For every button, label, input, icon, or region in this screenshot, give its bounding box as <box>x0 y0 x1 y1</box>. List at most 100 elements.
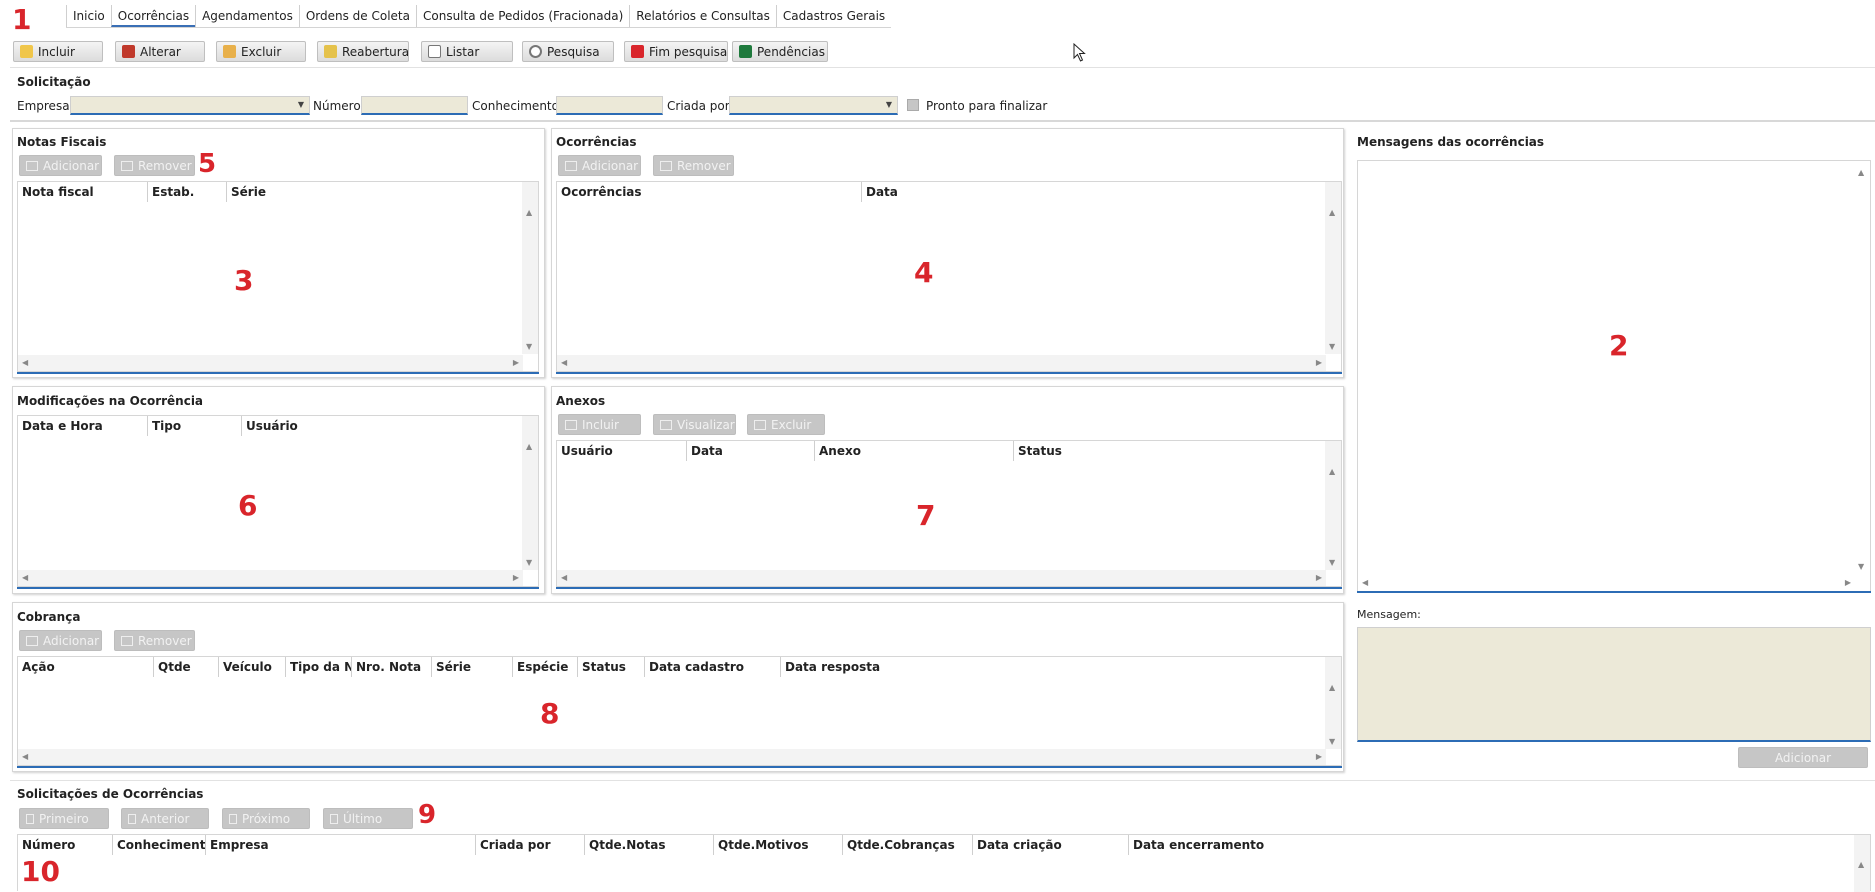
cobranca-title: Cobrança <box>17 610 81 624</box>
notas-remover-button[interactable]: Remover <box>114 155 195 176</box>
vertical-scrollbar[interactable]: ▲ ▼ <box>522 416 538 570</box>
col-anexo[interactable]: Anexo <box>815 441 1014 461</box>
col-qtde-notas[interactable]: Qtde.Notas <box>585 835 714 855</box>
tab-ordens-de-coleta[interactable]: Ordens de Coleta <box>298 5 416 27</box>
scroll-down-icon: ▼ <box>1858 562 1865 571</box>
pendencias-button[interactable]: Pendências <box>732 41 828 62</box>
col-data-cadastro[interactable]: Data cadastro <box>645 657 781 677</box>
pendencias-label: Pendências <box>757 44 825 59</box>
scroll-down-icon: ▼ <box>526 342 533 351</box>
annotation-7: 7 <box>916 499 936 532</box>
grid-header: Usuário Data Anexo Status <box>557 441 1322 461</box>
tab-agendamentos[interactable]: Agendamentos <box>195 5 299 27</box>
scroll-down-icon: ▼ <box>1329 342 1336 351</box>
criada-por-select[interactable]: ▼ <box>729 96 898 115</box>
tab-consulta-pedidos[interactable]: Consulta de Pedidos (Fracionada) <box>416 5 629 27</box>
col-empresa[interactable]: Empresa <box>206 835 476 855</box>
col-qtde-motivos[interactable]: Qtde.Motivos <box>714 835 843 855</box>
criada-por-label: Criada por <box>667 99 730 113</box>
vertical-scrollbar[interactable]: ▲ ▼ <box>1325 657 1341 749</box>
col-serie[interactable]: Série <box>227 182 519 202</box>
vertical-scrollbar[interactable]: ▲ ▼ <box>1325 441 1341 570</box>
anexos-visualizar-button[interactable]: Visualizar <box>653 414 736 435</box>
vertical-scrollbar[interactable]: ▲ ▼ <box>522 182 538 354</box>
tab-cadastros-gerais[interactable]: Cadastros Gerais <box>775 5 891 27</box>
col-data-resposta[interactable]: Data resposta <box>781 657 1326 677</box>
scroll-right-icon: ▶ <box>1315 573 1322 582</box>
pronto-checkbox[interactable] <box>907 99 919 111</box>
col-tipo-nota[interactable]: Tipo da No <box>286 657 352 677</box>
grid-focus-line <box>17 587 539 589</box>
vertical-scrollbar[interactable]: ▲ ▼ <box>1854 161 1870 575</box>
ocorrencias-remover-button[interactable]: Remover <box>653 155 734 176</box>
vertical-scrollbar[interactable]: ▲ ▼ <box>1325 182 1341 354</box>
numero-input[interactable] <box>361 96 468 115</box>
horizontal-scrollbar[interactable]: ◀ ▶ <box>557 570 1326 586</box>
reabertura-button[interactable]: Reabertura <box>317 41 409 62</box>
adicionar-label: Adicionar <box>43 158 100 173</box>
horizontal-scrollbar[interactable]: ◀ ▶ <box>1358 575 1855 591</box>
solicitacoes-grid: Número Conhecimento Empresa Criada por Q… <box>17 834 1871 892</box>
tab-relatorios[interactable]: Relatórios e Consultas <box>629 5 776 27</box>
anterior-button[interactable]: Anterior <box>121 808 209 829</box>
horizontal-scrollbar[interactable]: ◀ ▶ <box>557 355 1326 371</box>
tab-inicio[interactable]: Inicio <box>66 5 111 27</box>
col-data[interactable]: Data <box>687 441 815 461</box>
ultimo-button[interactable]: Último <box>323 808 413 829</box>
fim-pesquisa-button[interactable]: Fim pesquisa <box>624 41 728 62</box>
anexos-excluir-button[interactable]: Excluir <box>747 414 825 435</box>
mouse-cursor-icon <box>1073 43 1086 62</box>
excluir-button[interactable]: Excluir <box>216 41 306 62</box>
col-especie[interactable]: Espécie <box>513 657 578 677</box>
horizontal-scrollbar[interactable]: ◀ ▶ <box>18 570 523 586</box>
col-data-criacao[interactable]: Data criação <box>973 835 1129 855</box>
col-usuario[interactable]: Usuário <box>557 441 687 461</box>
col-estab[interactable]: Estab. <box>148 182 227 202</box>
col-data[interactable]: Data <box>862 182 1322 202</box>
col-criada-por[interactable]: Criada por <box>476 835 585 855</box>
conhecimento-input[interactable] <box>556 96 663 115</box>
horizontal-scrollbar[interactable]: ◀ ▶ <box>18 749 1326 765</box>
alterar-button[interactable]: Alterar <box>115 41 205 62</box>
col-qtde[interactable]: Qtde <box>154 657 219 677</box>
anexos-title: Anexos <box>556 394 606 408</box>
col-serie[interactable]: Série <box>432 657 513 677</box>
col-veiculo[interactable]: Veículo <box>219 657 286 677</box>
main-tabs: Inicio Ocorrências Agendamentos Ordens d… <box>66 5 892 28</box>
col-acao[interactable]: Ação <box>18 657 154 677</box>
ocorrencias-adicionar-button[interactable]: Adicionar <box>558 155 641 176</box>
col-data-encerramento[interactable]: Data encerramento <box>1129 835 1829 855</box>
pesquisa-button[interactable]: Pesquisa <box>522 41 614 62</box>
col-nro-nota[interactable]: Nro. Nota <box>352 657 432 677</box>
col-status[interactable]: Status <box>578 657 645 677</box>
grid-focus-line <box>17 372 539 374</box>
notas-adicionar-button[interactable]: Adicionar <box>19 155 102 176</box>
empresa-select[interactable]: ▼ <box>70 96 310 115</box>
primeiro-button[interactable]: Primeiro <box>19 808 109 829</box>
col-tipo[interactable]: Tipo <box>148 416 242 436</box>
previous-page-icon <box>128 813 136 824</box>
col-qtde-cobrancas[interactable]: Qtde.Cobranças <box>843 835 973 855</box>
anexos-incluir-button[interactable]: Incluir <box>558 414 641 435</box>
conhecimento-label: Conhecimento <box>472 99 559 113</box>
col-nota-fiscal[interactable]: Nota fiscal <box>18 182 148 202</box>
vertical-scrollbar[interactable]: ▲ <box>1854 835 1870 892</box>
tab-ocorrencias[interactable]: Ocorrências <box>110 5 196 27</box>
incluir-button[interactable]: Incluir <box>13 41 103 62</box>
col-numero[interactable]: Número <box>18 835 113 855</box>
col-data-hora[interactable]: Data e Hora <box>18 416 148 436</box>
mensagem-textarea[interactable] <box>1357 627 1871 742</box>
scroll-left-icon: ◀ <box>22 358 29 367</box>
numero-label: Número <box>313 99 361 113</box>
mensagem-adicionar-button[interactable]: Adicionar <box>1738 747 1868 768</box>
horizontal-scrollbar[interactable]: ◀ ▶ <box>18 355 523 371</box>
cobranca-adicionar-button[interactable]: Adicionar <box>19 630 102 651</box>
col-status[interactable]: Status <box>1014 441 1322 461</box>
proximo-button[interactable]: Próximo <box>222 808 310 829</box>
annotation-8: 8 <box>540 697 560 730</box>
col-conhecimento[interactable]: Conhecimento <box>113 835 206 855</box>
col-ocorrencias[interactable]: Ocorrências <box>557 182 862 202</box>
listar-button[interactable]: Listar <box>421 41 513 62</box>
col-usuario[interactable]: Usuário <box>242 416 519 436</box>
cobranca-remover-button[interactable]: Remover <box>114 630 195 651</box>
